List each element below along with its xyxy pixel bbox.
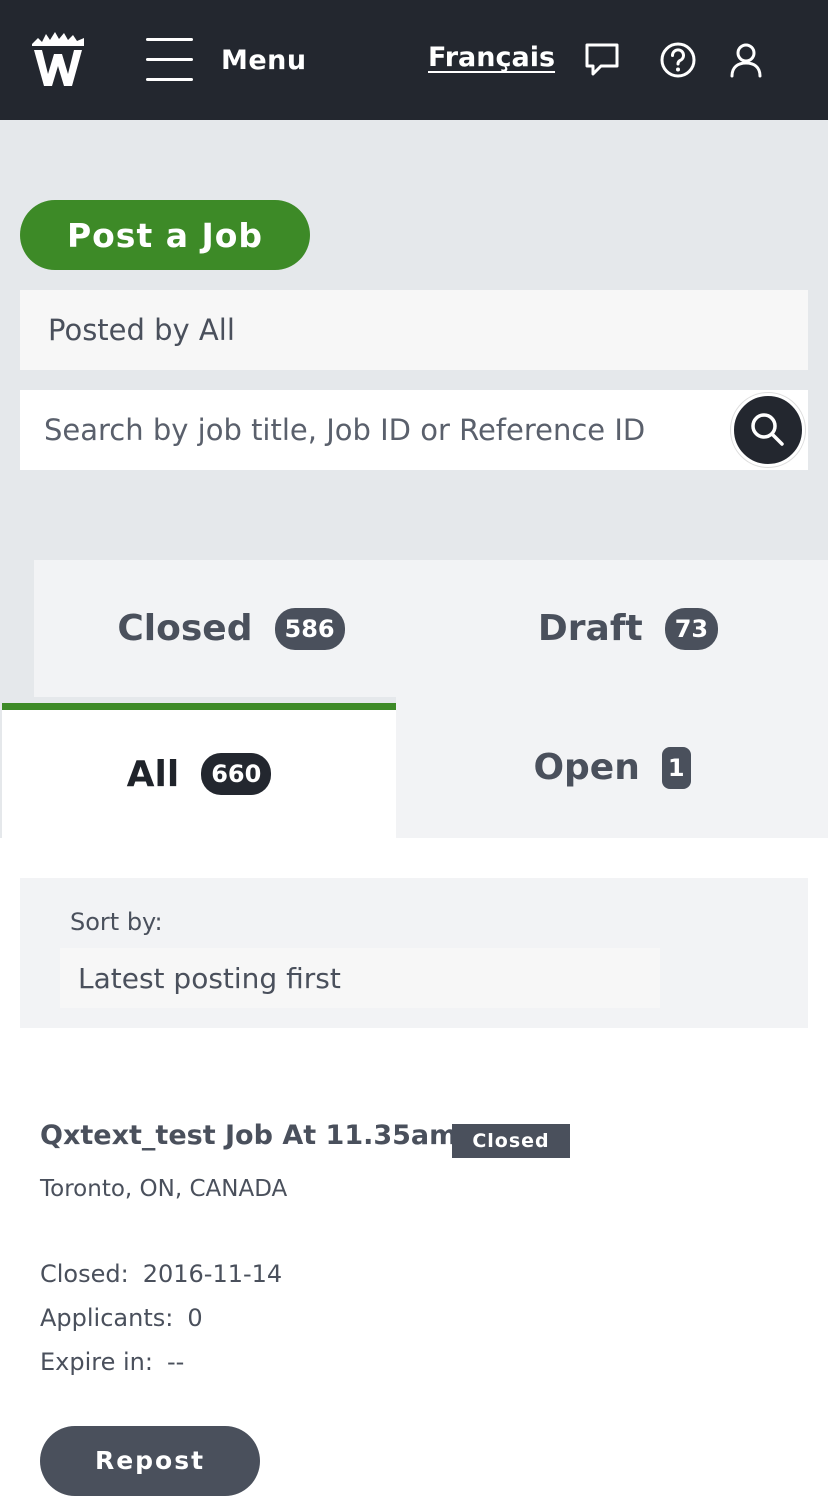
- applicants-label: Applicants:: [40, 1304, 174, 1332]
- search-box: [20, 390, 808, 470]
- user-icon[interactable]: [726, 40, 766, 80]
- posted-by-select[interactable]: Posted by All: [20, 290, 808, 370]
- status-badge: Closed: [452, 1124, 570, 1158]
- tab-label: All: [126, 753, 180, 795]
- tab-count-badge: 73: [664, 607, 719, 650]
- expire-row: Expire in: --: [40, 1348, 184, 1376]
- tab-label: Closed: [117, 608, 253, 649]
- job-location: Toronto, ON, CANADA: [40, 1176, 288, 1202]
- top-nav-bar: Menu Français: [0, 0, 828, 120]
- tab-count-badge: 1: [661, 746, 691, 789]
- sort-label: Sort by:: [70, 908, 163, 936]
- closed-date-value: 2016-11-14: [142, 1260, 283, 1288]
- search-button[interactable]: [731, 393, 805, 467]
- tab-count-badge: 660: [201, 753, 272, 795]
- chat-icon[interactable]: [582, 40, 622, 80]
- tab-label: Draft: [537, 608, 643, 649]
- hamburger-icon: [146, 38, 194, 82]
- help-icon[interactable]: [658, 40, 698, 80]
- tab-all[interactable]: All 660: [2, 703, 396, 838]
- menu-label: Menu: [221, 44, 307, 76]
- tab-label: Open: [533, 747, 640, 788]
- closed-date-label: Closed:: [40, 1260, 129, 1288]
- applicants-value[interactable]: 0: [187, 1304, 202, 1332]
- job-title-link[interactable]: Qxtext_test Job At 11.35am: [40, 1120, 457, 1151]
- expire-value: --: [166, 1348, 185, 1376]
- tab-closed[interactable]: Closed 586: [34, 560, 428, 697]
- tab-draft[interactable]: Draft 73: [428, 560, 828, 697]
- tab-open[interactable]: Open 1: [396, 697, 828, 838]
- expire-label: Expire in:: [40, 1348, 153, 1376]
- search-input[interactable]: [44, 390, 744, 470]
- logo-w-icon[interactable]: [28, 30, 88, 90]
- post-a-job-button[interactable]: Post a Job: [20, 200, 310, 270]
- menu-button[interactable]: Menu: [146, 38, 307, 82]
- tab-count-badge: 586: [274, 607, 345, 650]
- sort-panel: Sort by: Latest posting first: [20, 878, 808, 1028]
- closed-date-row: Closed: 2016-11-14: [40, 1260, 282, 1288]
- language-toggle-link[interactable]: Français: [428, 42, 555, 73]
- applicants-row: Applicants: 0: [40, 1304, 203, 1332]
- sort-select[interactable]: Latest posting first: [60, 948, 660, 1008]
- search-icon: [751, 413, 784, 446]
- repost-button[interactable]: Repost: [40, 1426, 260, 1496]
